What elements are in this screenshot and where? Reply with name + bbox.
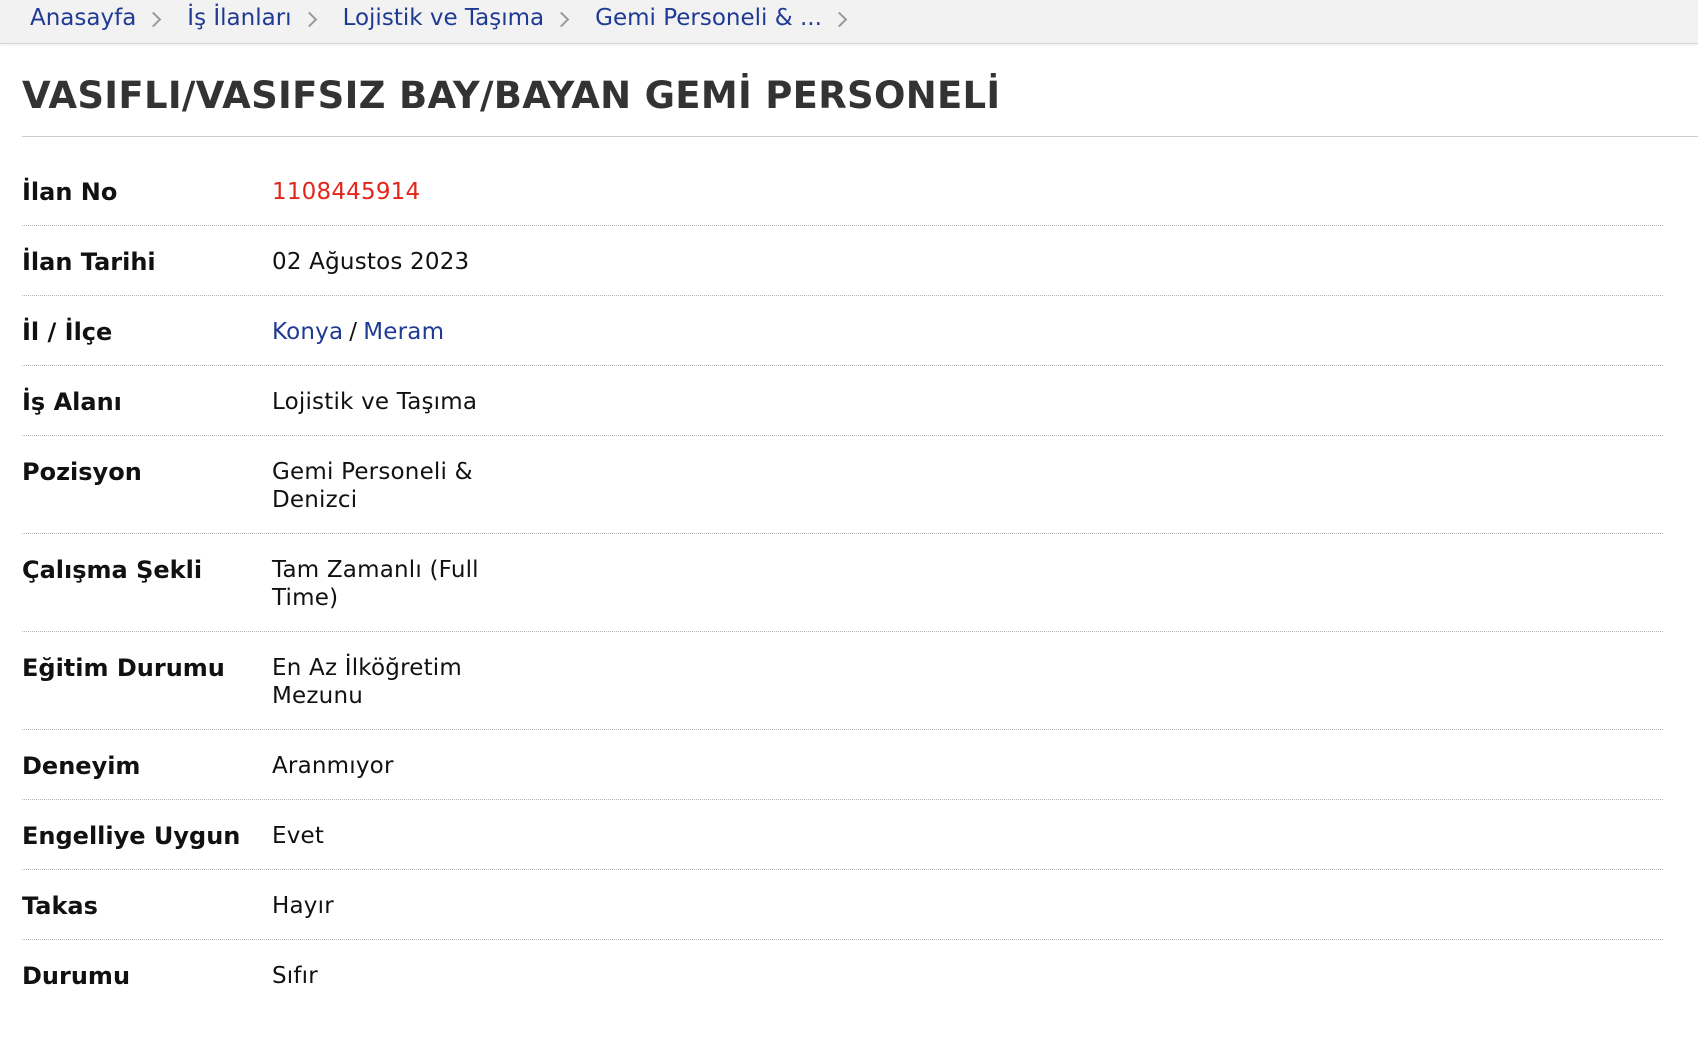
accessible-value: Evet — [272, 823, 325, 849]
breadcrumb-link-ship-personnel[interactable]: Gemi Personeli & ... — [595, 5, 822, 31]
detail-row-engelliye-uygun: Engelliye Uygun Evet — [22, 800, 1663, 870]
detail-row-il-ilce: İl / İlçe Konya / Meram — [22, 296, 1663, 366]
detail-label: Deneyim — [22, 752, 141, 780]
breadcrumb-bar: Anasayfa İş İlanları Lojistik ve Taşıma … — [0, 0, 1698, 44]
detail-label: Pozisyon — [22, 458, 142, 486]
detail-row-ilan-no: İlan No 1108445914 — [22, 156, 1663, 226]
title-divider — [22, 136, 1698, 137]
listing-number: 1108445914 — [272, 179, 421, 205]
detail-label: İl / İlçe — [22, 318, 113, 346]
work-type-value: Tam Zamanlı (Full Time) — [272, 557, 479, 611]
chevron-right-icon — [831, 11, 848, 27]
detail-row-pozisyon: Pozisyon Gemi Personeli & Denizci — [22, 436, 1663, 534]
detail-row-calisma-sekli: Çalışma Şekli Tam Zamanlı (Full Time) — [22, 534, 1663, 632]
listing-details: İlan No 1108445914 İlan Tarihi 02 Ağusto… — [22, 156, 1663, 1010]
detail-label: Durumu — [22, 962, 131, 990]
detail-row-ilan-tarihi: İlan Tarihi 02 Ağustos 2023 — [22, 226, 1663, 296]
breadcrumb: Anasayfa İş İlanları Lojistik ve Taşıma … — [0, 0, 1698, 36]
chevron-right-icon — [301, 11, 317, 27]
detail-row-takas: Takas Hayır — [22, 870, 1663, 940]
location-separator: / — [349, 319, 358, 345]
detail-row-durumu: Durumu Sıfır — [22, 940, 1663, 1010]
job-field-value: Lojistik ve Taşıma — [272, 389, 478, 415]
trade-value: Hayır — [272, 893, 334, 919]
city-link[interactable]: Konya — [272, 319, 343, 345]
detail-label: Çalışma Şekli — [22, 556, 203, 584]
detail-row-is-alani: İş Alanı Lojistik ve Taşıma — [22, 366, 1663, 436]
location-value: Konya / Meram — [272, 318, 502, 346]
detail-label: Engelliye Uygun — [22, 822, 241, 850]
district-link[interactable]: Meram — [363, 319, 444, 345]
breadcrumb-link-job-listings[interactable]: İş İlanları — [187, 5, 291, 31]
detail-label: Takas — [22, 892, 98, 920]
chevron-right-icon — [146, 11, 162, 27]
detail-label: İlan No — [22, 178, 118, 206]
detail-label: Eğitim Durumu — [22, 654, 225, 682]
chevron-right-icon — [553, 11, 570, 27]
position-value: Gemi Personeli & Denizci — [272, 459, 473, 513]
detail-label: İlan Tarihi — [22, 248, 156, 276]
page-title: VASIFLI/VASIFSIZ BAY/BAYAN GEMİ PERSONEL… — [22, 74, 1001, 117]
breadcrumb-link-home[interactable]: Anasayfa — [30, 5, 136, 31]
detail-row-egitim-durumu: Eğitim Durumu En Az İlköğretim Mezunu — [22, 632, 1663, 730]
breadcrumb-link-logistics[interactable]: Lojistik ve Taşıma — [343, 5, 545, 31]
education-value: En Az İlköğretim Mezunu — [272, 655, 462, 709]
listing-date: 02 Ağustos 2023 — [272, 249, 470, 275]
condition-value: Sıfır — [272, 963, 318, 989]
detail-label: İş Alanı — [22, 388, 122, 416]
experience-value: Aranmıyor — [272, 753, 394, 779]
detail-row-deneyim: Deneyim Aranmıyor — [22, 730, 1663, 800]
